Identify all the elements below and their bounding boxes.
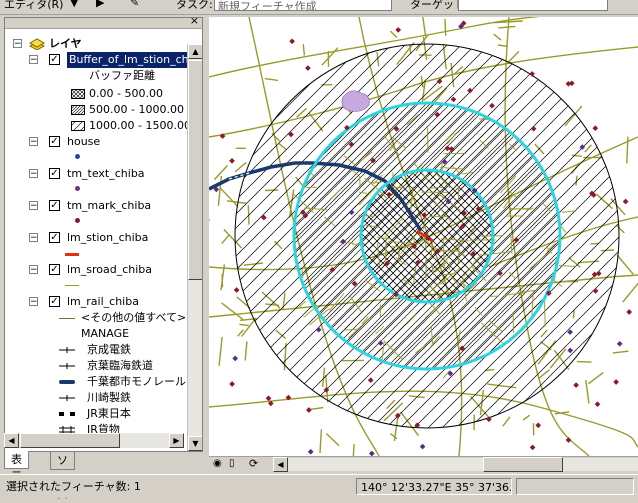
- collapse-icon[interactable]: −: [29, 297, 38, 307]
- collapse-icon[interactable]: −: [29, 201, 38, 211]
- scroll-left-icon[interactable]: ◀: [273, 457, 288, 472]
- layer-visibility-checkbox[interactable]: ✓: [49, 136, 60, 147]
- layer-name[interactable]: tm_text_chiba: [67, 166, 145, 182]
- globe-icon[interactable]: ◉: [213, 458, 222, 469]
- map-point: [626, 309, 633, 315]
- collapse-icon[interactable]: −: [29, 137, 38, 147]
- map-point: [613, 379, 619, 385]
- map-point: [565, 80, 572, 87]
- toc-root-label: レイヤ: [49, 37, 82, 50]
- editor-toolbar: エディタ(R) ▼ ▶ ✎ タスク: 新規フィーチャ作成 ターゲット:: [0, 0, 638, 15]
- target-select[interactable]: [458, 0, 608, 11]
- sparse-hatch-swatch-icon: [71, 121, 85, 131]
- toc-horizontal-scrollbar[interactable]: ◀ ▶: [4, 433, 184, 448]
- map-point: [229, 157, 235, 164]
- tab-display[interactable]: 表示: [4, 451, 29, 483]
- layer-name[interactable]: Buffer_of_lm_stion_chiba: [67, 52, 202, 68]
- point-symbol-icon: [75, 218, 80, 223]
- status-bar: 選択されたフィーチャ数: 1 140° 12'33.27"E 35° 37'36…: [0, 474, 638, 498]
- layer-visibility-checkbox[interactable]: ✓: [49, 168, 60, 179]
- map-point: [305, 65, 311, 71]
- task-label: タスク:: [176, 0, 213, 11]
- page-icon[interactable]: ▯: [229, 458, 235, 469]
- scroll-down-icon[interactable]: ▼: [188, 436, 202, 451]
- map-point: [592, 125, 599, 132]
- jr-rail-symbol-icon: [59, 412, 75, 416]
- map-point: [306, 407, 312, 413]
- rail-symbol-icon: [59, 395, 75, 401]
- map-point: [616, 340, 623, 347]
- map-bottom-bar: ◉ ▯ ⟳ ◀: [209, 456, 638, 473]
- scroll-up-icon[interactable]: ▲: [188, 44, 202, 59]
- collapse-icon[interactable]: −: [29, 265, 38, 275]
- layer-name[interactable]: lm_stion_chiba: [67, 230, 148, 246]
- road-line-symbol-icon: [65, 285, 79, 286]
- dropdown-arrow-icon[interactable]: ▼: [70, 0, 78, 9]
- layer-name[interactable]: tm_mark_chiba: [67, 198, 151, 214]
- rail-symbol-icon: [59, 363, 75, 369]
- layer-name[interactable]: house: [67, 134, 100, 150]
- edit-tool-icon[interactable]: ▶: [96, 0, 104, 9]
- scroll-left-icon[interactable]: ◀: [4, 433, 19, 448]
- refresh-icon[interactable]: ⟳: [249, 457, 258, 470]
- map-point: [535, 422, 542, 429]
- scroll-thumb[interactable]: [483, 457, 563, 472]
- layer-visibility-checkbox[interactable]: ✓: [49, 232, 60, 243]
- map-point: [289, 38, 295, 45]
- collapse-icon[interactable]: −: [29, 233, 38, 243]
- toc-vertical-scrollbar[interactable]: ▲ ▼: [187, 44, 202, 451]
- legend-heading: MANAGE: [81, 327, 130, 340]
- layer-row-buffer[interactable]: − ✓ Buffer_of_lm_stion_chiba: [9, 52, 202, 68]
- scroll-thumb[interactable]: [188, 60, 202, 280]
- monorail-symbol-icon: [59, 380, 75, 384]
- map-point: [233, 287, 240, 293]
- tab-source[interactable]: ソース: [50, 451, 75, 501]
- map-point: [395, 27, 402, 33]
- layers-icon: [29, 38, 45, 50]
- task-select[interactable]: 新規フィーチャ作成: [214, 0, 392, 11]
- collapse-icon[interactable]: −: [29, 55, 38, 65]
- map-point: [229, 381, 235, 387]
- coordinate-readout: 140° 12'33.27"E 35° 37'36.52: [356, 478, 512, 495]
- line-symbol-icon: [59, 318, 75, 319]
- layer-visibility-checkbox[interactable]: ✓: [49, 264, 60, 275]
- map-point: [573, 382, 579, 388]
- map-point: [419, 443, 426, 450]
- close-icon[interactable]: ×: [190, 18, 199, 27]
- map-horizontal-scrollbar[interactable]: ◀: [273, 457, 638, 472]
- map-canvas[interactable]: [209, 17, 638, 456]
- collapse-icon[interactable]: −: [29, 169, 38, 179]
- point-symbol-icon: [75, 186, 80, 191]
- layer-visibility-checkbox[interactable]: ✓: [49, 200, 60, 211]
- layer-name[interactable]: lm_rail_chiba: [67, 294, 139, 310]
- station-line-symbol-icon: [65, 253, 79, 256]
- map-point: [622, 198, 629, 205]
- map-point: [594, 401, 601, 408]
- status-panel: [516, 478, 634, 495]
- map-point: [232, 355, 239, 362]
- table-of-contents: × − レイヤ − ✓ Buffer_of_lm_stion_chiba バッフ…: [4, 17, 203, 452]
- point-symbol-icon: [75, 154, 80, 159]
- crosshatch-swatch-icon: [71, 89, 85, 99]
- map-point: [265, 395, 272, 402]
- layer-visibility-checkbox[interactable]: ✓: [49, 296, 60, 307]
- scroll-thumb[interactable]: [20, 433, 120, 448]
- map-point: [307, 448, 314, 455]
- collapse-icon[interactable]: −: [13, 39, 22, 49]
- layer-visibility-checkbox[interactable]: ✓: [49, 54, 60, 65]
- map-point: [529, 444, 536, 451]
- editor-menu[interactable]: エディタ(R): [4, 0, 63, 12]
- map-point: [565, 437, 572, 443]
- map-view[interactable]: [209, 17, 638, 456]
- legend-heading: バッファ距離: [89, 69, 155, 82]
- scroll-right-icon[interactable]: ▶: [169, 433, 184, 448]
- layer-name[interactable]: lm_sroad_chiba: [67, 262, 152, 278]
- selection-count: 選択されたフィーチャ数: 1: [6, 480, 141, 493]
- rail-symbol-icon: [59, 347, 75, 353]
- sketch-tool-icon[interactable]: ✎: [130, 0, 139, 9]
- dense-hatch-swatch-icon: [71, 105, 85, 115]
- toc-titlebar: ×: [5, 18, 202, 29]
